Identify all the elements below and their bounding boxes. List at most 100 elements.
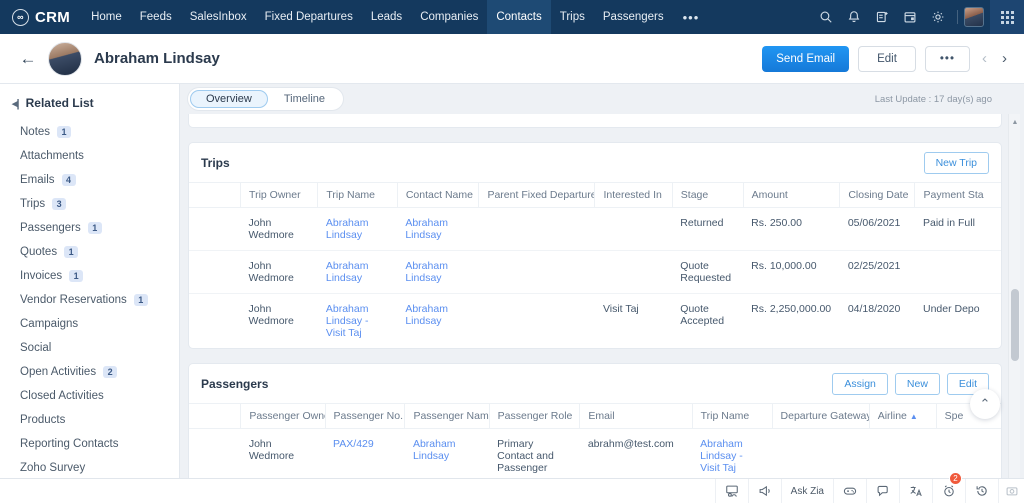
nav-item-companies[interactable]: Companies (411, 0, 487, 34)
trips-card-header: Trips New Trip (189, 143, 1001, 182)
column-header-payment-sta[interactable]: Payment Sta (914, 182, 1001, 208)
column-header-stage[interactable]: Stage (672, 182, 744, 208)
vertical-scrollbar[interactable]: ▲ ▼ (1008, 114, 1020, 503)
previous-record-button[interactable]: ‹ (979, 50, 990, 67)
column-header-passenger-name[interactable]: Passenger Name (404, 403, 490, 429)
tab-overview[interactable]: Overview (190, 90, 268, 108)
sidebar-item-products[interactable]: Products (0, 408, 179, 432)
sidebar-item-notes[interactable]: Notes 1 (0, 120, 179, 144)
nav-item-home[interactable]: Home (82, 0, 131, 34)
brand-logo-area[interactable]: ∞ CRM (0, 0, 82, 34)
trips-table-head: Trip Owner Trip Name Contact Name Parent Fi… (189, 182, 1001, 208)
tab-timeline[interactable]: Timeline (268, 90, 341, 108)
alarm-icon[interactable]: 2 (932, 472, 965, 503)
scrollbar-up-arrow[interactable]: ▲ (1009, 116, 1021, 128)
cell-passenger-no[interactable]: PAX/429 (325, 429, 405, 484)
translate-icon[interactable] (899, 479, 932, 503)
sidebar-item-passengers[interactable]: Passengers 1 (0, 216, 179, 240)
assign-passenger-button[interactable]: Assign (832, 373, 888, 395)
column-header-email[interactable]: Email (579, 403, 693, 429)
column-header-label: Passenger Name (413, 410, 490, 422)
back-button[interactable]: ← (16, 47, 40, 71)
collapse-panel-icon[interactable]: ◂| (12, 97, 20, 110)
nav-item-trips[interactable]: Trips (551, 0, 594, 34)
chat-icon[interactable] (866, 479, 899, 503)
row-checkbox[interactable] (189, 207, 241, 251)
nav-item-salesinbox[interactable]: SalesInbox (181, 0, 256, 34)
sidebar-item-campaigns[interactable]: Campaigns (0, 312, 179, 336)
search-icon[interactable] (813, 0, 839, 34)
nav-more-icon[interactable]: ••• (673, 0, 710, 34)
cell-passenger-name[interactable]: Abraham Lindsay (405, 429, 489, 484)
nav-item-passengers[interactable]: Passengers (594, 0, 673, 34)
scrollbar-thumb[interactable] (1011, 289, 1019, 361)
announcement-icon[interactable] (747, 479, 781, 503)
add-note-icon[interactable] (869, 0, 895, 34)
cell-contact-name[interactable]: Abraham Lindsay (397, 294, 479, 349)
next-record-button[interactable]: › (999, 50, 1010, 67)
sidebar-item-invoices[interactable]: Invoices 1 (0, 264, 179, 288)
column-header-interested-in[interactable]: Interested In (594, 182, 673, 208)
scroll-area[interactable]: Trips New Trip Trip Owner Trip Name Contac… (180, 114, 1024, 503)
edit-button[interactable]: Edit (858, 45, 916, 72)
column-header-passenger-owner[interactable]: Passenger Owner (240, 403, 326, 429)
new-trip-button[interactable]: New Trip (923, 152, 989, 174)
column-header-passenger-no[interactable]: Passenger No. (325, 403, 406, 429)
table-row[interactable]: John Wedmore Abraham Lindsay Abraham Linds… (189, 207, 1001, 251)
nav-item-contacts[interactable]: Contacts (487, 0, 551, 34)
presentation-icon[interactable] (714, 479, 748, 503)
scroll-to-top-button[interactable]: ⌃ (970, 389, 1000, 419)
more-actions-button[interactable]: ••• (924, 45, 970, 72)
sidebar-item-closed-activities[interactable]: Closed Activities (0, 384, 179, 408)
cell-trip-name[interactable]: Abraham Lindsay (317, 207, 398, 251)
row-checkbox[interactable] (189, 429, 241, 484)
column-header-parent-fixed-departure[interactable]: Parent Fixed Departure (478, 182, 596, 208)
cell-contact-name[interactable]: Abraham Lindsay (397, 250, 479, 294)
select-all-header[interactable] (189, 182, 242, 208)
sidebar-item-vendor-reservations[interactable]: Vendor Reservations 1 (0, 288, 179, 312)
user-avatar[interactable] (964, 7, 984, 27)
cell-trip-name[interactable]: Abraham Lindsay - Visit Taj (318, 294, 397, 349)
gear-icon[interactable] (925, 0, 951, 34)
nav-item-fixed-departures[interactable]: Fixed Departures (256, 0, 362, 34)
new-passenger-button[interactable]: New (894, 373, 940, 395)
passengers-table: Passenger Owner Passenger No. Passenger Na… (189, 403, 1001, 483)
table-row[interactable]: John Wedmore Abraham Lindsay Abraham Linds… (189, 250, 1001, 294)
cell-trip-name[interactable]: Abraham Lindsay - Visit Taj (692, 429, 772, 484)
bell-icon[interactable] (841, 0, 867, 34)
column-header-contact-name[interactable]: Contact Name (397, 182, 480, 208)
column-header-closing-date[interactable]: Closing Date (839, 182, 916, 208)
sidebar-item-quotes[interactable]: Quotes 1 (0, 240, 179, 264)
column-header-trip-name[interactable]: Trip Name (692, 403, 773, 429)
cell-trip-name[interactable]: Abraham Lindsay (317, 250, 398, 294)
cell-contact-name[interactable]: Abraham Lindsay (397, 207, 479, 251)
row-checkbox[interactable] (189, 250, 241, 294)
column-header-trip-name[interactable]: Trip Name (317, 182, 398, 208)
send-email-button[interactable]: Send Email (762, 45, 850, 72)
sidebar-item-reporting-contacts[interactable]: Reporting Contacts (0, 432, 179, 456)
column-header-trip-owner[interactable]: Trip Owner (240, 182, 319, 208)
sidebar-item-trips[interactable]: Trips 3 (0, 192, 179, 216)
camera-icon[interactable] (998, 479, 1024, 503)
gamification-icon[interactable] (833, 479, 866, 503)
nav-item-feeds[interactable]: Feeds (131, 0, 181, 34)
sidebar-item-emails[interactable]: Emails 4 (0, 168, 179, 192)
table-row[interactable]: John Wedmore PAX/429 Abraham Lindsay Primar… (189, 429, 1001, 484)
sidebar-item-label: Campaigns (20, 318, 79, 330)
sidebar-item-zoho-survey[interactable]: Zoho Survey (0, 456, 179, 480)
app-launcher-button[interactable] (990, 0, 1024, 34)
column-header-passenger-role[interactable]: Passenger Role (489, 403, 581, 429)
column-header-departure-gateway[interactable]: Departure Gateway (772, 403, 870, 429)
sidebar-item-open-activities[interactable]: Open Activities 2 (0, 360, 179, 384)
table-row[interactable]: John Wedmore Abraham Lindsay - Visit Taj A… (189, 294, 1001, 349)
row-checkbox[interactable] (189, 294, 241, 349)
select-all-header[interactable] (189, 403, 242, 429)
history-icon[interactable] (965, 479, 998, 503)
column-header-amount[interactable]: Amount (743, 182, 841, 208)
nav-item-leads[interactable]: Leads (362, 0, 411, 34)
sidebar-item-attachments[interactable]: Attachments (0, 144, 179, 168)
calendar-icon[interactable] (897, 0, 923, 34)
ask-zia-button[interactable]: Ask Zia (780, 479, 833, 503)
sidebar-item-social[interactable]: Social (0, 336, 179, 360)
column-header-airline[interactable]: Airline ▲ (869, 403, 937, 429)
